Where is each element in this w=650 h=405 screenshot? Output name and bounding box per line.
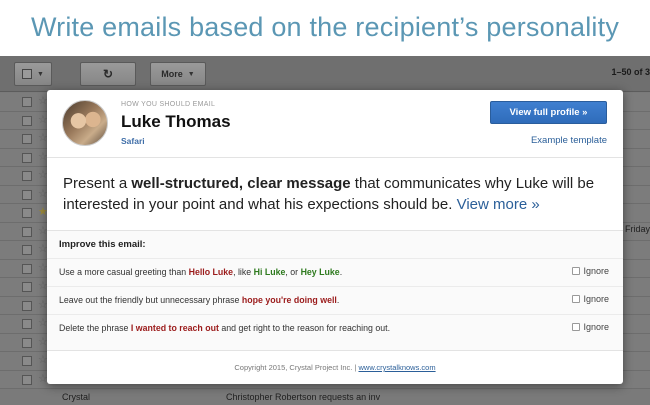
suggestion-text: Leave out the friendly but unnecessary p… bbox=[59, 295, 339, 305]
text: , like bbox=[233, 267, 254, 277]
text: Leave out the friendly but unnecessary p… bbox=[59, 295, 242, 305]
text: . bbox=[336, 295, 340, 305]
ignore-label: Ignore bbox=[583, 294, 609, 304]
row-checkbox[interactable] bbox=[22, 282, 32, 292]
suggested-phrase: Hi Luke bbox=[253, 267, 286, 277]
ignore-label: Ignore bbox=[583, 322, 609, 332]
suggestion-item: Delete the phrase I wanted to reach out … bbox=[47, 314, 623, 341]
flagged-phrase: I wanted to reach out bbox=[130, 323, 219, 333]
ignore-checkbox[interactable]: Ignore bbox=[572, 294, 609, 304]
divider bbox=[47, 157, 623, 158]
row-checkbox[interactable] bbox=[22, 356, 32, 366]
row-checkbox[interactable] bbox=[22, 97, 32, 107]
example-template-link[interactable]: Example template bbox=[531, 135, 607, 146]
improve-section: Improve this email: Use a more casual gr… bbox=[47, 230, 623, 351]
row-checkbox[interactable] bbox=[22, 374, 32, 385]
popup-footer: Copyright 2015, Crystal Project Inc. | w… bbox=[47, 363, 623, 372]
row-subject: Christopher Robertson requests an inv bbox=[226, 392, 381, 402]
checkbox-icon[interactable] bbox=[572, 323, 581, 331]
row-checkbox[interactable] bbox=[22, 319, 32, 329]
text: . bbox=[339, 267, 343, 277]
ignore-checkbox[interactable]: Ignore bbox=[572, 322, 609, 332]
view-more-link[interactable]: View more » bbox=[457, 196, 540, 213]
chevron-down-icon: ▼ bbox=[187, 70, 195, 78]
flagged-phrase: hope you're doing well bbox=[241, 295, 337, 305]
text: , or bbox=[285, 267, 301, 277]
contact-name: Luke Thomas bbox=[121, 112, 231, 131]
text: Delete the phrase bbox=[59, 323, 131, 333]
row-date: Friday bbox=[624, 224, 650, 234]
headline: Write emails based on the recipient’s pe… bbox=[30, 12, 620, 42]
view-full-profile-button[interactable]: View full profile » bbox=[490, 101, 607, 124]
suggested-phrase: Hey Luke bbox=[300, 267, 340, 277]
gmail-toolbar: ▼ ↻ More ▼ 1–50 of 3 bbox=[0, 56, 650, 92]
more-label: More bbox=[161, 69, 183, 79]
website-link[interactable]: www.crystalknows.com bbox=[358, 363, 435, 372]
pager: 1–50 of 3 bbox=[611, 67, 650, 77]
refresh-button[interactable]: ↻ bbox=[80, 62, 136, 86]
browser-label: Safari bbox=[121, 136, 145, 146]
row-checkbox[interactable] bbox=[22, 152, 32, 163]
suggestion-text: Delete the phrase I wanted to reach out … bbox=[59, 323, 390, 333]
advice-message: Present a well-structured, clear message… bbox=[63, 173, 609, 215]
suggestion-item: Leave out the friendly but unnecessary p… bbox=[47, 286, 623, 313]
row-checkbox[interactable] bbox=[22, 208, 32, 218]
avatar bbox=[62, 100, 108, 146]
row-sender: Crystal bbox=[62, 392, 91, 402]
row-checkbox[interactable] bbox=[22, 171, 32, 181]
text: Use a more casual greeting than bbox=[59, 267, 189, 277]
row-checkbox[interactable] bbox=[22, 263, 32, 274]
flagged-phrase: Hello Luke bbox=[188, 267, 234, 277]
row-checkbox[interactable] bbox=[22, 300, 32, 311]
select-all-button[interactable]: ▼ bbox=[14, 62, 52, 86]
chevron-down-icon: ▼ bbox=[37, 70, 44, 78]
row-checkbox[interactable] bbox=[22, 134, 32, 144]
more-button[interactable]: More ▼ bbox=[150, 62, 206, 86]
suggestion-text: Use a more casual greeting than Hello Lu… bbox=[59, 267, 342, 277]
checkbox-icon[interactable] bbox=[572, 267, 581, 275]
table-row[interactable]: Crystal Christopher Robertson requests a… bbox=[0, 390, 650, 405]
ignore-checkbox[interactable]: Ignore bbox=[572, 266, 609, 276]
copyright-text: Copyright 2015, Crystal Project Inc. | bbox=[234, 363, 359, 372]
checkbox-icon bbox=[22, 69, 33, 79]
suggestion-item: Use a more casual greeting than Hello Lu… bbox=[47, 258, 623, 285]
row-checkbox[interactable] bbox=[22, 245, 32, 255]
row-checkbox[interactable] bbox=[22, 226, 32, 237]
checkbox-icon[interactable] bbox=[572, 295, 581, 303]
row-checkbox[interactable] bbox=[22, 337, 32, 348]
ignore-label: Ignore bbox=[583, 266, 609, 276]
how-label: HOW YOU SHOULD EMAIL bbox=[121, 101, 216, 108]
improve-title: Improve this email: bbox=[59, 239, 146, 250]
row-checkbox[interactable] bbox=[22, 115, 32, 126]
refresh-icon: ↻ bbox=[102, 67, 114, 81]
advice-emphasis: well-structured, clear message bbox=[131, 175, 351, 192]
text: and get right to the reason for reaching… bbox=[218, 323, 391, 333]
advice-text: Present a bbox=[63, 175, 132, 192]
row-checkbox[interactable] bbox=[22, 189, 32, 200]
crystal-popup: HOW YOU SHOULD EMAIL Luke Thomas Safari … bbox=[47, 90, 623, 384]
